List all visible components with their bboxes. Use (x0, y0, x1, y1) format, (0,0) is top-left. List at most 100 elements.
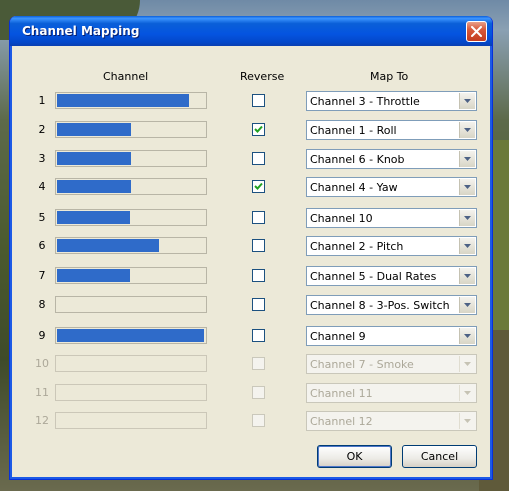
dropdown-arrow-button[interactable] (459, 238, 475, 254)
map-to-dropdown[interactable]: Channel 3 - Throttle (306, 91, 477, 111)
close-button[interactable] (466, 21, 487, 42)
dropdown-arrow-button (459, 413, 475, 429)
reverse-checkbox[interactable] (252, 180, 265, 193)
cancel-button[interactable]: Cancel (402, 445, 477, 468)
reverse-checkbox (252, 357, 265, 370)
reverse-checkbox[interactable] (252, 329, 265, 342)
reverse-checkbox[interactable] (252, 211, 265, 224)
channel-number: 11 (35, 386, 49, 399)
channel-level-bar (55, 150, 207, 167)
channel-row: 12 Channel 12 (13, 410, 489, 432)
chevron-down-icon (464, 185, 471, 189)
map-to-selected-value: Channel 12 (310, 415, 373, 428)
channel-level-bar (55, 237, 207, 254)
channel-level-bar (55, 209, 207, 226)
channel-level-fill (57, 123, 131, 136)
channel-level-bar (55, 178, 207, 195)
map-to-selected-value: Channel 11 (310, 387, 373, 400)
chevron-down-icon (464, 334, 471, 338)
reverse-checkbox[interactable] (252, 269, 265, 282)
map-to-column-header: Map To (370, 70, 409, 83)
channel-level-bar (55, 296, 207, 313)
channel-level-bar (55, 384, 207, 401)
channel-mapping-dialog: Channel Mapping Channel Reverse Map To 1… (9, 16, 493, 480)
channel-level-fill (57, 152, 131, 165)
channel-number: 5 (38, 211, 46, 224)
map-to-dropdown[interactable]: Channel 6 - Knob (306, 149, 477, 169)
map-to-dropdown[interactable]: Channel 5 - Dual Rates (306, 266, 477, 286)
channel-level-bar (55, 92, 207, 109)
reverse-column-header: Reverse (240, 70, 285, 83)
channel-row: 10 Channel 7 - Smoke (13, 353, 489, 375)
map-to-selected-value: Channel 9 (310, 330, 366, 343)
dropdown-arrow-button[interactable] (459, 268, 475, 284)
channel-level-bar (55, 121, 207, 138)
map-to-selected-value: Channel 3 - Throttle (310, 95, 420, 108)
map-to-selected-value: Channel 1 - Roll (310, 124, 397, 137)
map-to-dropdown[interactable]: Channel 1 - Roll (306, 120, 477, 140)
chevron-down-icon (464, 157, 471, 161)
map-to-selected-value: Channel 7 - Smoke (310, 358, 414, 371)
channel-number: 2 (38, 123, 46, 136)
channel-level-fill (57, 239, 159, 252)
channel-number: 6 (38, 239, 46, 252)
map-to-dropdown: Channel 11 (306, 383, 477, 403)
channel-number: 9 (38, 329, 46, 342)
map-to-selected-value: Channel 6 - Knob (310, 153, 405, 166)
dropdown-arrow-button[interactable] (459, 328, 475, 344)
channel-number: 10 (35, 357, 49, 370)
dropdown-arrow-button[interactable] (459, 93, 475, 109)
channel-row: 7 Channel 5 - Dual Rates (13, 265, 489, 287)
chevron-down-icon (464, 99, 471, 103)
map-to-selected-value: Channel 2 - Pitch (310, 240, 404, 253)
channel-row: 8 Channel 8 - 3-Pos. Switch (13, 294, 489, 316)
channel-row: 1 Channel 3 - Throttle (13, 90, 489, 112)
dropdown-arrow-button[interactable] (459, 179, 475, 195)
channel-level-bar (55, 327, 207, 344)
map-to-selected-value: Channel 8 - 3-Pos. Switch (310, 299, 450, 312)
checkmark-icon (254, 182, 263, 190)
map-to-dropdown[interactable]: Channel 9 (306, 326, 477, 346)
channel-row: 5 Channel 10 (13, 207, 489, 229)
reverse-checkbox[interactable] (252, 123, 265, 136)
ok-button[interactable]: OK (317, 445, 392, 468)
chevron-down-icon (464, 244, 471, 248)
channel-row: 11 Channel 11 (13, 382, 489, 404)
reverse-checkbox[interactable] (252, 94, 265, 107)
channel-number: 1 (38, 94, 46, 107)
chevron-down-icon (464, 362, 471, 366)
map-to-selected-value: Channel 10 (310, 212, 373, 225)
channel-row: 6 Channel 2 - Pitch (13, 235, 489, 257)
chevron-down-icon (464, 274, 471, 278)
chevron-down-icon (464, 216, 471, 220)
title-bar[interactable]: Channel Mapping (10, 16, 492, 46)
close-icon (471, 26, 482, 37)
map-to-dropdown[interactable]: Channel 2 - Pitch (306, 236, 477, 256)
map-to-dropdown[interactable]: Channel 8 - 3-Pos. Switch (306, 295, 477, 315)
dropdown-arrow-button[interactable] (459, 297, 475, 313)
reverse-checkbox (252, 386, 265, 399)
channel-row: 4 Channel 4 - Yaw (13, 176, 489, 198)
checkmark-icon (254, 125, 263, 133)
reverse-checkbox[interactable] (252, 239, 265, 252)
dropdown-arrow-button[interactable] (459, 151, 475, 167)
dropdown-arrow-button[interactable] (459, 122, 475, 138)
dropdown-arrow-button (459, 385, 475, 401)
channel-number: 3 (38, 152, 46, 165)
map-to-dropdown[interactable]: Channel 4 - Yaw (306, 177, 477, 197)
chevron-down-icon (464, 128, 471, 132)
dropdown-arrow-button[interactable] (459, 210, 475, 226)
channel-level-bar (55, 412, 207, 429)
map-to-dropdown: Channel 12 (306, 411, 477, 431)
channel-row: 2 Channel 1 - Roll (13, 119, 489, 141)
dropdown-arrow-button (459, 356, 475, 372)
map-to-dropdown[interactable]: Channel 10 (306, 208, 477, 228)
channel-number: 7 (38, 269, 46, 282)
map-to-selected-value: Channel 4 - Yaw (310, 181, 398, 194)
reverse-checkbox[interactable] (252, 152, 265, 165)
channel-number: 4 (38, 180, 46, 193)
channel-level-fill (57, 269, 130, 282)
reverse-checkbox[interactable] (252, 298, 265, 311)
channel-row: 9 Channel 9 (13, 325, 489, 347)
channel-column-header: Channel (103, 70, 149, 83)
